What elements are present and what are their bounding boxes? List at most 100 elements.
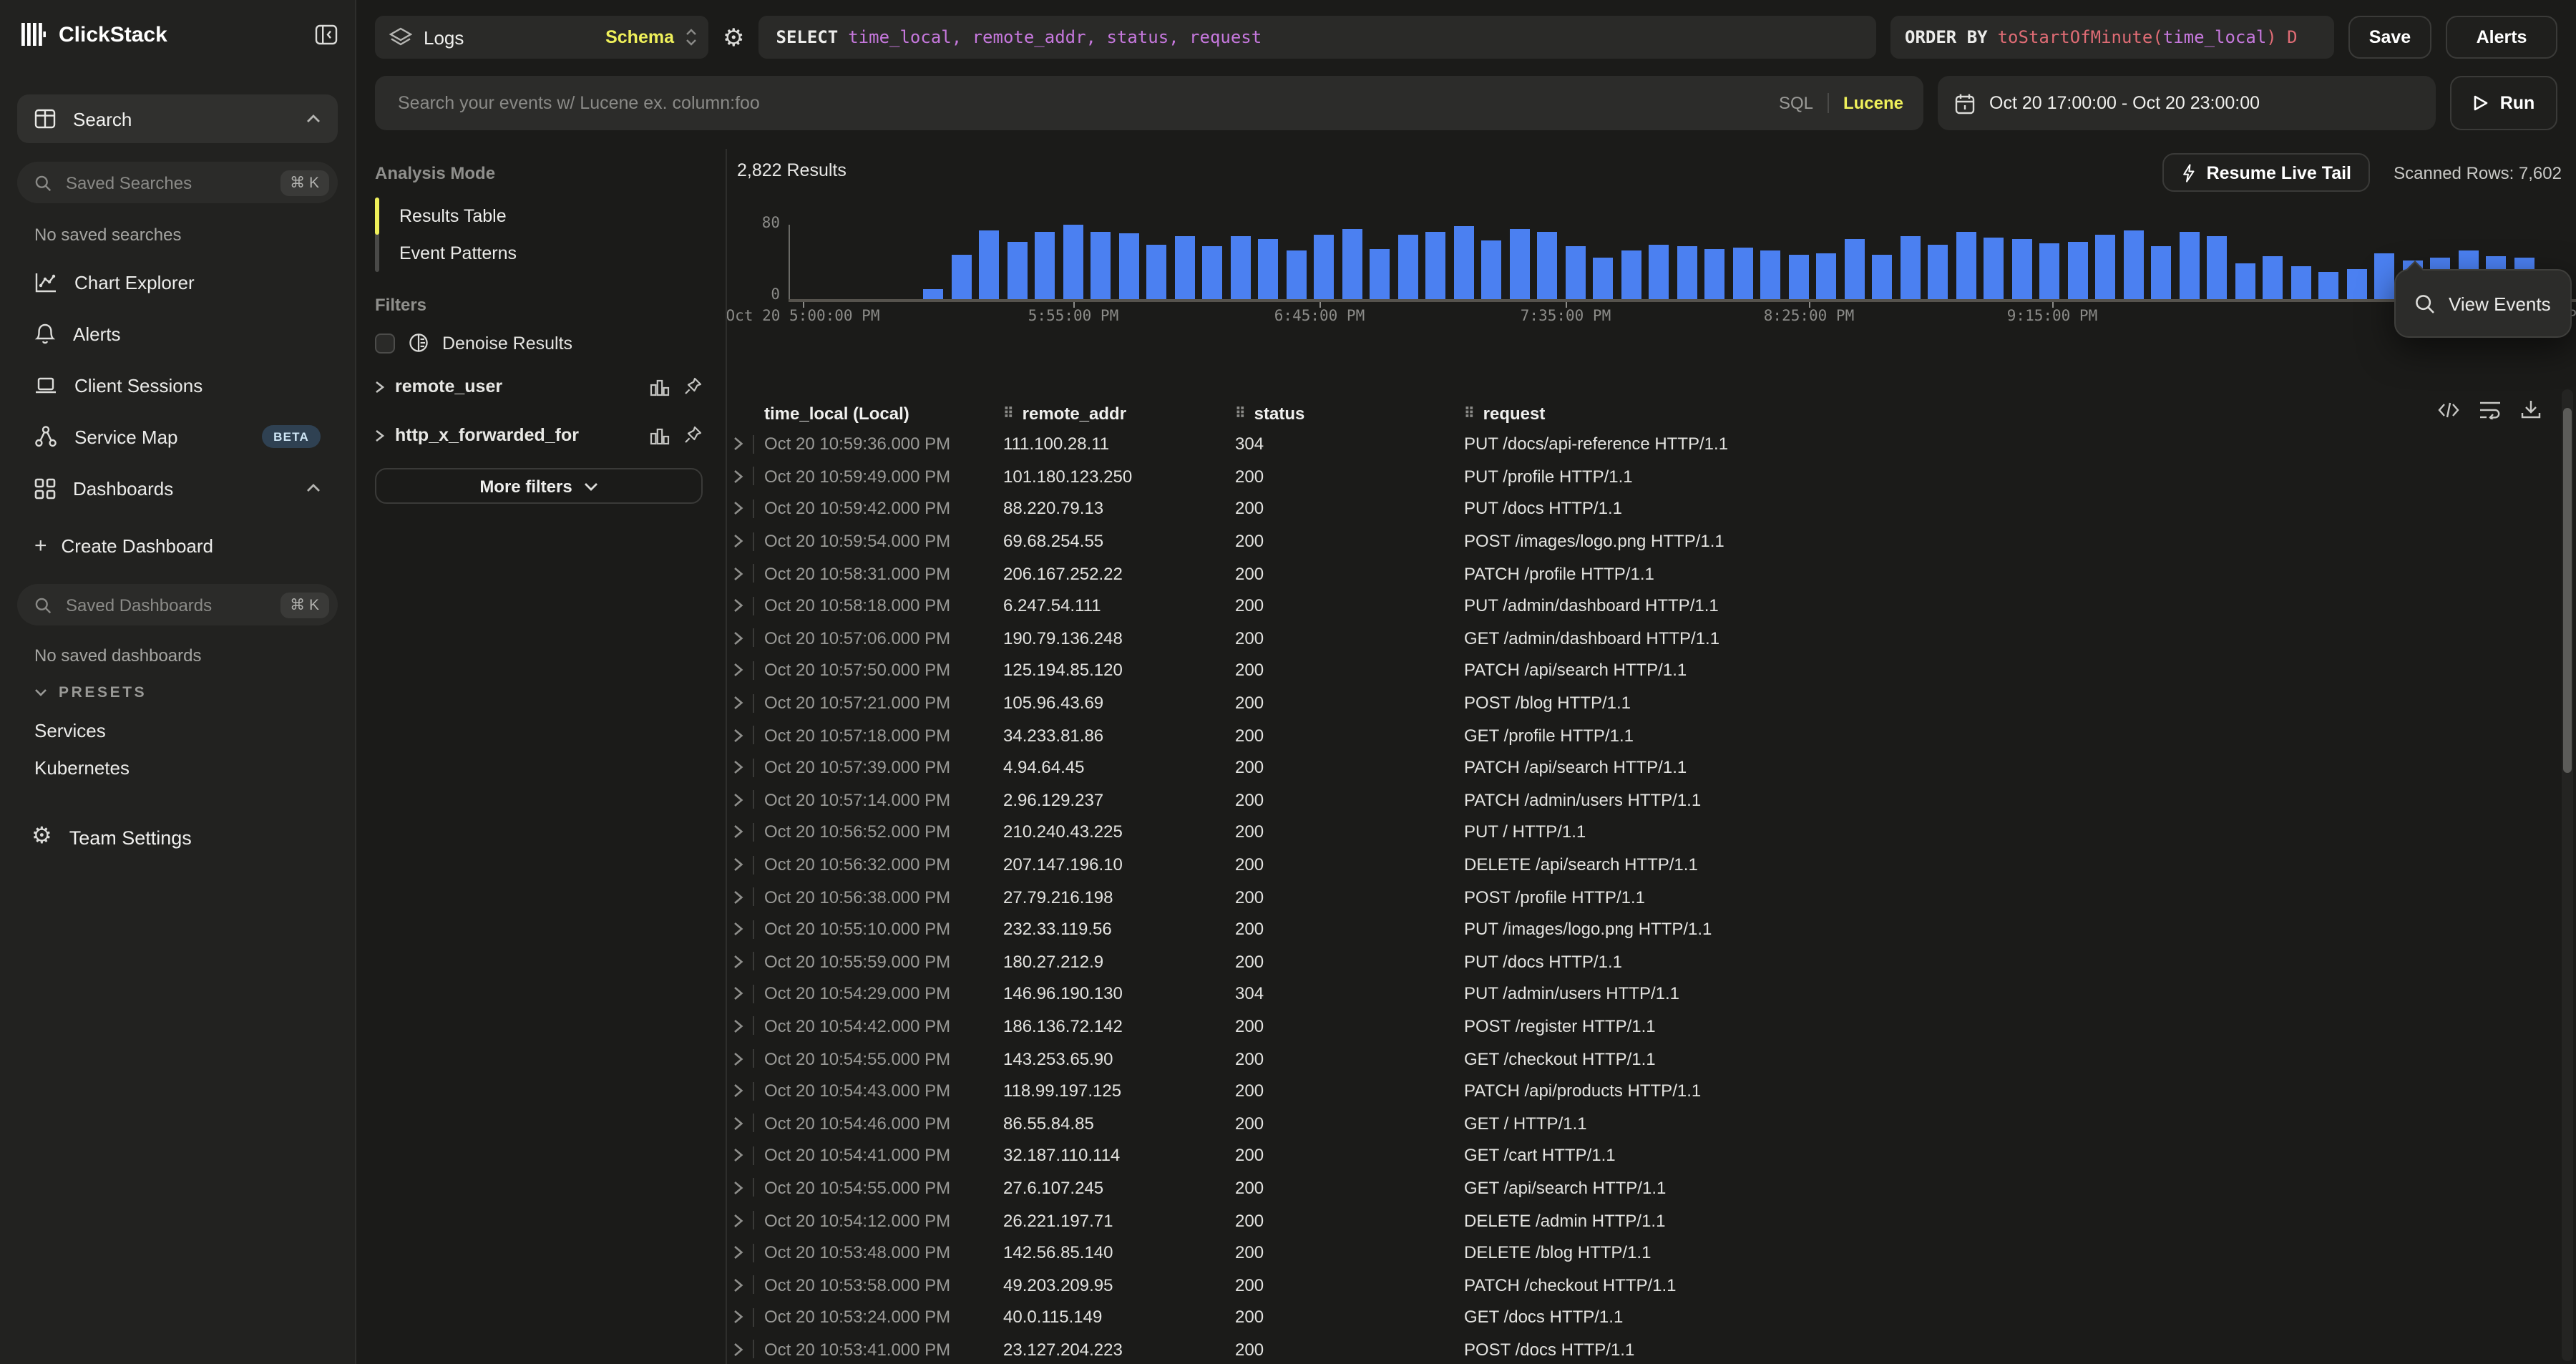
pin-icon[interactable] [683,425,703,445]
select-expression-input[interactable]: SELECT time_local, remote_addr, status, … [759,16,1877,59]
expand-row-icon[interactable] [733,1213,753,1227]
bar-chart-icon[interactable] [650,426,670,444]
saved-dashboards-field[interactable] [63,593,268,616]
expand-row-icon[interactable] [733,857,753,872]
download-icon[interactable] [2520,399,2542,419]
mode-results-table[interactable]: Results Table [379,198,703,235]
code-icon[interactable] [2437,400,2460,419]
create-dashboard-button[interactable]: + Create Dashboard [17,531,338,560]
table-row[interactable]: Oct 20 10:59:54.000 PM69.68.254.55200POS… [727,525,2576,557]
expand-row-icon[interactable] [733,1116,753,1131]
table-row[interactable]: Oct 20 10:54:46.000 PM86.55.84.85200GET … [727,1107,2576,1139]
sidebar-item-alerts[interactable]: Alerts [17,308,338,359]
mode-event-patterns[interactable]: Event Patterns [379,235,703,272]
preset-item-services[interactable]: Services [17,711,338,749]
table-row[interactable]: Oct 20 10:57:06.000 PM190.79.136.248200G… [727,622,2576,654]
table-row[interactable]: Oct 20 10:57:50.000 PM125.194.85.120200P… [727,654,2576,686]
table-row[interactable]: Oct 20 10:59:42.000 PM88.220.79.13200PUT… [727,492,2576,525]
drag-handle-icon[interactable]: ⠿ [1235,406,1246,422]
presets-toggle[interactable]: PRESETS [34,683,338,703]
resume-live-tail-button[interactable]: Resume Live Tail [2162,153,2370,192]
sql-mode-toggle[interactable]: SQL [1779,93,1813,113]
lucene-mode-toggle[interactable]: Lucene [1843,93,1903,113]
expand-row-icon[interactable] [733,955,753,969]
table-row[interactable]: Oct 20 10:56:52.000 PM210.240.43.225200P… [727,816,2576,848]
table-row[interactable]: Oct 20 10:56:32.000 PM207.147.196.10200D… [727,848,2576,880]
expand-row-icon[interactable] [733,696,753,710]
scrollbar-thumb[interactable] [2563,408,2572,773]
expand-row-icon[interactable] [733,1310,753,1325]
table-row[interactable]: Oct 20 10:54:12.000 PM26.221.197.71200DE… [727,1204,2576,1237]
expand-row-icon[interactable] [733,1083,753,1098]
table-row[interactable]: Oct 20 10:57:21.000 PM105.96.43.69200POS… [727,687,2576,719]
table-row[interactable]: Oct 20 10:54:55.000 PM27.6.107.245200GET… [727,1171,2576,1204]
table-row[interactable]: Oct 20 10:54:55.000 PM143.253.65.90200GE… [727,1043,2576,1075]
expand-row-icon[interactable] [733,1245,753,1260]
preset-item-kubernetes[interactable]: Kubernetes [17,749,338,786]
expand-row-icon[interactable] [733,987,753,1001]
table-row[interactable]: Oct 20 10:54:41.000 PM32.187.110.114200G… [727,1139,2576,1171]
event-search-input[interactable] [395,92,1765,115]
more-filters-button[interactable]: More filters [375,468,703,504]
expand-row-icon[interactable] [733,793,753,807]
column-header-time-local[interactable]: time_local (Local) [764,404,1003,424]
wrap-text-icon[interactable] [2479,399,2502,419]
pin-icon[interactable] [683,376,703,396]
expand-row-icon[interactable] [733,663,753,678]
table-row[interactable]: Oct 20 10:53:41.000 PM23.127.204.223200P… [727,1333,2576,1364]
denoise-checkbox[interactable] [375,333,395,353]
source-settings-gear-icon[interactable]: ⚙ [723,25,745,49]
expand-row-icon[interactable] [733,1051,753,1066]
sidebar-item-service-map[interactable]: Service Map BETA [17,411,338,462]
expand-row-icon[interactable] [733,469,753,484]
expand-row-icon[interactable] [733,1277,753,1292]
saved-dashboards-input[interactable]: ⌘ K [17,584,338,625]
table-row[interactable]: Oct 20 10:55:59.000 PM180.27.212.9200PUT… [727,945,2576,978]
table-row[interactable]: Oct 20 10:58:31.000 PM206.167.252.22200P… [727,557,2576,590]
table-row[interactable]: Oct 20 10:53:24.000 PM40.0.115.149200GET… [727,1301,2576,1333]
alerts-button[interactable]: Alerts [2446,16,2557,59]
chevron-up-icon[interactable] [306,484,321,492]
table-row[interactable]: Oct 20 10:54:42.000 PM186.136.72.142200P… [727,1010,2576,1042]
histogram[interactable]: 80 0 Oct 20 5:00:00 PM5:55:00 PM6:45:00 … [727,215,2576,326]
table-row[interactable]: Oct 20 10:54:43.000 PM118.99.197.125200P… [727,1075,2576,1107]
table-row[interactable]: Oct 20 10:59:49.000 PM101.180.123.250200… [727,460,2576,492]
drag-handle-icon[interactable]: ⠿ [1003,406,1014,422]
view-events-tooltip[interactable]: View Events [2394,269,2572,338]
drag-handle-icon[interactable]: ⠿ [1464,406,1475,422]
table-row[interactable]: Oct 20 10:59:36.000 PM111.100.28.11304PU… [727,428,2576,460]
bar-chart-icon[interactable] [650,377,670,396]
filter-field-http-x-forwarded-for[interactable]: http_x_forwarded_for [375,414,703,457]
chevron-up-icon[interactable] [306,115,321,123]
table-row[interactable]: Oct 20 10:53:58.000 PM49.203.209.95200PA… [727,1269,2576,1301]
expand-row-icon[interactable] [733,1019,753,1033]
saved-searches-field[interactable] [63,171,268,194]
team-settings-button[interactable]: ⚙ Team Settings [17,820,338,854]
column-header-status[interactable]: ⠿status [1235,404,1464,424]
expand-row-icon[interactable] [733,728,753,742]
save-button[interactable]: Save [2348,16,2431,59]
source-select[interactable]: Logs Schema [375,16,708,59]
sidebar-item-client-sessions[interactable]: Client Sessions [17,359,338,411]
expand-row-icon[interactable] [733,534,753,548]
table-row[interactable]: Oct 20 10:56:38.000 PM27.79.216.198200PO… [727,881,2576,913]
expand-row-icon[interactable] [733,1343,753,1357]
run-button[interactable]: Run [2450,76,2557,130]
sidebar-item-search[interactable]: Search [17,94,338,143]
table-row[interactable]: Oct 20 10:53:48.000 PM142.56.85.140200DE… [727,1237,2576,1269]
expand-row-icon[interactable] [733,760,753,774]
column-header-remote-addr[interactable]: ⠿remote_addr [1003,404,1235,424]
expand-row-icon[interactable] [733,1181,753,1195]
vertical-scrollbar[interactable] [2562,389,2573,1361]
expand-row-icon[interactable] [733,599,753,613]
sidebar-item-chart-explorer[interactable]: Chart Explorer [17,256,338,308]
event-search-box[interactable]: SQL Lucene [375,76,1923,130]
column-header-request[interactable]: ⠿request [1464,404,2576,424]
expand-row-icon[interactable] [733,502,753,516]
expand-row-icon[interactable] [733,437,753,452]
expand-row-icon[interactable] [733,1149,753,1163]
filter-field-remote-user[interactable]: remote_user [375,365,703,408]
date-range-picker[interactable]: Oct 20 17:00:00 - Oct 20 23:00:00 [1938,76,2436,130]
expand-row-icon[interactable] [733,890,753,904]
table-row[interactable]: Oct 20 10:57:14.000 PM2.96.129.237200PAT… [727,784,2576,816]
